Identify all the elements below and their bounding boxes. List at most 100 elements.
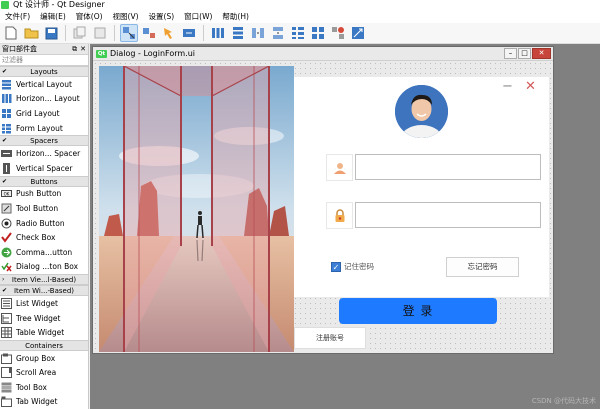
minimize-button[interactable]: – xyxy=(504,48,517,59)
password-input[interactable] xyxy=(355,202,541,228)
layout-v-splitter-icon[interactable] xyxy=(269,24,287,42)
horizontal-spacer-icon xyxy=(1,148,12,159)
edit-buddies-icon[interactable] xyxy=(160,24,178,42)
menu-settings[interactable]: 设置(S) xyxy=(144,10,180,23)
vertical-layout-icon xyxy=(1,79,12,90)
widget-box-header: 窗口部件盒 ⧉ ✕ xyxy=(0,44,88,55)
save-icon[interactable] xyxy=(42,24,60,42)
horizontal-layout-icon xyxy=(1,93,12,104)
menu-file[interactable]: 文件(F) xyxy=(0,10,35,23)
group-box-icon xyxy=(1,353,12,364)
toolbar-separator xyxy=(65,25,66,41)
login-button[interactable]: 登 录 xyxy=(339,298,497,324)
menubar: 文件(F) 编辑(E) 窗体(O) 视图(V) 设置(S) 窗口(W) 帮助(H… xyxy=(0,10,600,23)
layout-horizontal-icon[interactable] xyxy=(209,24,227,42)
dialog-title: Dialog - LoginForm.ui xyxy=(110,49,196,58)
dialog-canvas: − ✕ ✓ 记住密码 忘记密码 登 录 注册账号 xyxy=(93,61,553,353)
open-folder-icon[interactable] xyxy=(22,24,40,42)
chevron-right-icon: › xyxy=(2,276,5,284)
widget-box-panel: 窗口部件盒 ⧉ ✕ 过滤器 ✔ Layouts Vertical Layout H… xyxy=(0,44,89,409)
widget-dialog-button-box[interactable]: Dialog ...ton Box xyxy=(0,260,88,275)
corridor-background-image xyxy=(99,66,294,352)
menu-window[interactable]: 窗口(W) xyxy=(179,10,217,23)
edit-tab-order-icon[interactable] xyxy=(180,24,198,42)
mdi-workspace: Qt Dialog - LoginForm.ui – □ ✕ − ✕ ✓ 记住密… xyxy=(90,44,600,409)
minimize-icon[interactable]: − xyxy=(499,79,516,96)
category-item-widgets[interactable]: ✔ Item Wi...-Based) xyxy=(0,285,88,297)
remember-password-checkbox[interactable]: ✓ 记住密码 xyxy=(331,261,374,272)
widget-tree-widget[interactable]: Tree Widget xyxy=(0,311,88,326)
menu-form[interactable]: 窗体(O) xyxy=(71,10,108,23)
login-form-panel: − ✕ ✓ 记住密码 忘记密码 登 录 注册账号 xyxy=(294,77,549,349)
close-icon[interactable]: ✕ xyxy=(80,45,86,54)
widget-group-box[interactable]: Group Box xyxy=(0,351,88,366)
dialog-window: Qt Dialog - LoginForm.ui – □ ✕ − ✕ ✓ 记住密… xyxy=(92,46,554,354)
copy-icon[interactable] xyxy=(71,24,89,42)
username-input[interactable] xyxy=(355,154,541,180)
widget-form-layout[interactable]: Form Layout xyxy=(0,121,88,136)
lock-icon xyxy=(326,202,353,229)
dialog-button-box-icon xyxy=(1,261,12,272)
checkbox-checked-icon: ✓ xyxy=(331,261,341,272)
layout-grid-icon[interactable] xyxy=(309,24,327,42)
register-account-button[interactable]: 注册账号 xyxy=(294,327,366,349)
widget-tab-widget[interactable]: Tab Widget xyxy=(0,395,88,409)
widget-check-box[interactable]: Check Box xyxy=(0,230,88,245)
adjust-size-icon[interactable] xyxy=(349,24,367,42)
tab-widget-icon xyxy=(1,396,12,408)
maximize-button[interactable]: □ xyxy=(518,48,531,59)
toolbar xyxy=(0,23,600,44)
remember-password-label: 记住密码 xyxy=(344,262,374,271)
category-buttons[interactable]: ✔ Buttons xyxy=(0,175,88,187)
category-containers[interactable]: Containers xyxy=(0,339,88,351)
widget-horizontal-layout[interactable]: Horizon... Layout xyxy=(0,92,88,107)
widget-grid-layout[interactable]: Grid Layout xyxy=(0,106,88,121)
widget-filter-input[interactable]: 过滤器 xyxy=(0,55,88,66)
radio-button-icon xyxy=(1,218,12,229)
widget-command-link-button[interactable]: Comma...utton xyxy=(0,245,88,260)
layout-form-icon[interactable] xyxy=(289,24,307,42)
widget-vertical-spacer[interactable]: Vertical Spacer xyxy=(0,161,88,176)
user-avatar xyxy=(395,85,448,138)
widget-table-widget[interactable]: Table Widget xyxy=(0,325,88,340)
dialog-title-bar[interactable]: Qt Dialog - LoginForm.ui – □ ✕ xyxy=(93,47,553,61)
scroll-area-icon xyxy=(1,367,12,379)
widget-radio-button[interactable]: Radio Button xyxy=(0,216,88,231)
menu-edit[interactable]: 编辑(E) xyxy=(35,10,71,23)
float-icon[interactable]: ⧉ xyxy=(72,45,77,54)
username-row xyxy=(326,154,546,181)
edit-signals-icon[interactable] xyxy=(140,24,158,42)
widget-list-widget[interactable]: List Widget xyxy=(0,296,88,311)
table-widget-icon xyxy=(1,327,12,339)
category-item-views[interactable]: › Item Vie...l-Based) xyxy=(0,274,88,286)
tool-box-icon xyxy=(1,382,12,393)
close-button[interactable]: ✕ xyxy=(532,48,551,59)
paste-icon[interactable] xyxy=(91,24,109,42)
category-layouts[interactable]: ✔ Layouts xyxy=(0,66,88,77)
break-layout-icon[interactable] xyxy=(329,24,347,42)
widget-tool-button[interactable]: Tool Button xyxy=(0,201,88,216)
widget-vertical-layout[interactable]: Vertical Layout xyxy=(0,77,88,92)
menu-help[interactable]: 帮助(H) xyxy=(217,10,254,23)
app-title: Qt 设计师 - Qt Designer xyxy=(13,0,105,9)
category-spacers[interactable]: ✔ Spacers xyxy=(0,135,88,147)
widget-scroll-area[interactable]: Scroll Area xyxy=(0,366,88,381)
chevron-down-icon: ✔ xyxy=(2,287,8,295)
check-box-icon xyxy=(1,232,12,243)
password-row xyxy=(326,202,546,229)
layout-vertical-icon[interactable] xyxy=(229,24,247,42)
widget-horizontal-spacer[interactable]: Horizon... Spacer xyxy=(0,146,88,161)
close-icon[interactable]: ✕ xyxy=(522,79,539,96)
menu-view[interactable]: 视图(V) xyxy=(108,10,144,23)
widget-tool-box[interactable]: Tool Box xyxy=(0,380,88,395)
qt-logo-icon xyxy=(1,1,9,9)
new-file-icon[interactable] xyxy=(2,24,20,42)
edit-widgets-icon[interactable] xyxy=(120,24,138,42)
tool-button-icon xyxy=(1,203,12,214)
layout-h-splitter-icon[interactable] xyxy=(249,24,267,42)
push-button-icon: OK xyxy=(1,188,12,199)
widget-push-button[interactable]: OK Push Button xyxy=(0,187,88,202)
forgot-password-button[interactable]: 忘记密码 xyxy=(446,257,519,277)
chevron-down-icon: ✔ xyxy=(2,137,8,145)
form-layout-icon xyxy=(1,123,12,134)
